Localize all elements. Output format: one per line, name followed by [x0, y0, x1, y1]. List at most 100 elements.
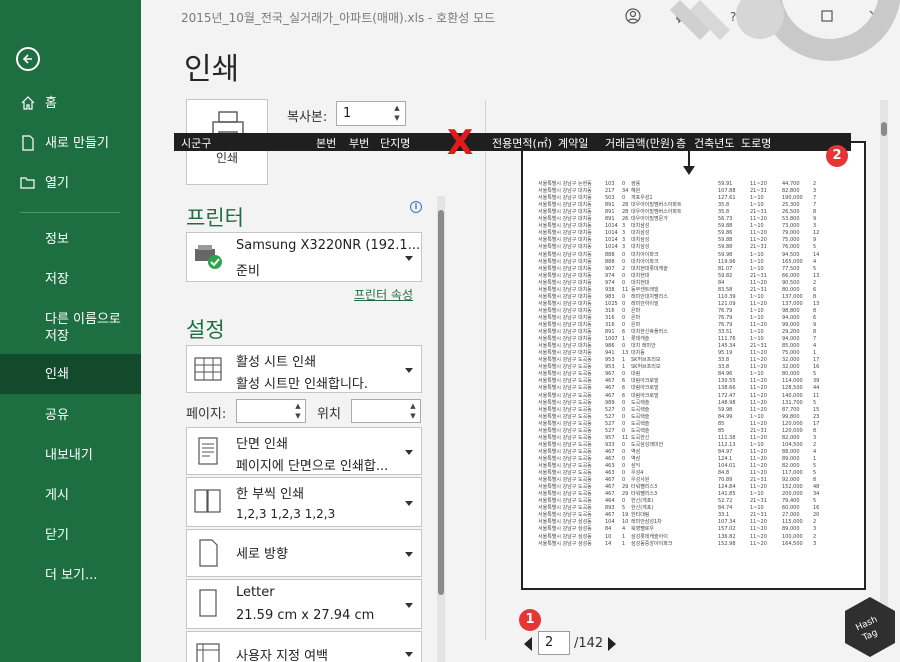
nav-item-home[interactable]: 홈	[0, 95, 141, 112]
preview-cell: 3	[622, 237, 626, 244]
copies-input[interactable]: 1 ▲ ▼	[336, 101, 406, 126]
preview-cell: 17	[813, 357, 820, 364]
nav-item-save-as[interactable]: 다른 이름으로 저장	[0, 311, 141, 345]
nav-item-publish[interactable]: 게시	[0, 487, 141, 504]
next-page-button[interactable]	[608, 637, 616, 651]
preview-cell: 25,300	[782, 202, 800, 209]
preview-cell: 0	[622, 343, 626, 350]
nav-label: 공유	[45, 408, 69, 423]
preview-cell: 76.79	[718, 322, 733, 328]
preview-cell: 11~20	[750, 279, 767, 286]
preview-cell: 2	[813, 533, 817, 540]
nav-item-print[interactable]: 인쇄	[0, 354, 141, 394]
preview-cell: 서울특별시 강남구 삼성동	[538, 519, 592, 526]
preview-cell: 대림아크로빌	[631, 392, 659, 399]
nav-item-info[interactable]: 정보	[0, 231, 141, 248]
preview-cell: 11~20	[750, 526, 767, 533]
orientation-dropdown[interactable]: 세로 방향	[186, 529, 422, 577]
preview-cell: 81.07	[718, 265, 733, 272]
preview-cell: 서울특별시 강남구 대치동	[538, 209, 592, 216]
preview-row: 서울특별시 강남구 도곡동 467 19 한티대림 33.1 21~31 27,000 20	[538, 512, 828, 518]
preview-cell: 128,500	[782, 385, 803, 392]
preview-cell: 34	[622, 188, 629, 195]
preview-scrollbar[interactable]	[880, 100, 888, 640]
preview-cell: 은마	[631, 322, 641, 328]
sides-sub: 페이지에 단면으로 인쇄합...	[236, 459, 389, 474]
preview-cell: 대치동	[631, 350, 645, 357]
nav-item-save[interactable]: 저장	[0, 271, 141, 288]
preview-cell: 서울특별시 강남구 삼성동	[538, 540, 592, 547]
preview-row: 서울특별시 강남구 도곡동 527 0 도곡렉슬 85 11~20 120,000 17	[538, 421, 828, 427]
back-button[interactable]	[16, 47, 40, 71]
preview-cell: 서울특별시 강남구 도곡동	[538, 427, 592, 434]
preview-cell: 98,800	[782, 307, 800, 314]
preview-cell: 11~20	[750, 300, 767, 307]
preview-cell: 17	[813, 420, 820, 427]
info-icon[interactable]: i	[410, 201, 422, 213]
nav-item-share[interactable]: 공유	[0, 407, 141, 424]
printer-properties-link[interactable]: 프린터 속성	[354, 286, 413, 303]
nav-item-new[interactable]: 새로 만들기	[0, 135, 141, 152]
preview-cell: 4	[622, 526, 626, 533]
collate-dropdown[interactable]: 한 부씩 인쇄 1,2,3 1,2,3 1,2,3	[186, 477, 422, 527]
preview-row: 서울특별시 강남구 대치동 503 0 개포우성1 127.61 1~10 190,000 7	[538, 195, 828, 201]
preview-cell: 464	[605, 498, 615, 505]
pages-to-input[interactable]: ▲ ▼	[351, 399, 421, 423]
copies-spinner[interactable]: ▲ ▼	[391, 103, 403, 124]
preview-cell: 11~20	[750, 484, 767, 491]
preview-cell: 59.98	[718, 251, 733, 258]
settings-scroll-thumb[interactable]	[438, 210, 444, 595]
preview-cell: 1	[813, 350, 817, 357]
pages-to-spinner[interactable]: ▲ ▼	[408, 401, 418, 421]
sides-title: 단면 인쇄	[236, 437, 288, 452]
preview-cell: 527	[605, 406, 615, 413]
preview-cell: 서울특별시 강남구 도곡동	[538, 385, 592, 392]
nav-item-open[interactable]: 열기	[0, 175, 141, 192]
printer-name: Samsung X3220NR (192.1...	[236, 238, 421, 253]
preview-cell: 23	[813, 413, 820, 420]
nav-item-export[interactable]: 내보내기	[0, 447, 141, 464]
nav-label: 내보내기	[45, 448, 93, 463]
preview-cell: 29,200	[782, 329, 800, 336]
preview-cell: 172.47	[718, 392, 736, 399]
folder-open-icon	[20, 177, 35, 189]
preview-cell: 2	[813, 441, 817, 448]
printer-dropdown[interactable]: Samsung X3220NR (192.1... 준비	[186, 232, 422, 282]
preview-cell: 130.55	[718, 378, 736, 385]
preview-scroll-thumb[interactable]	[881, 122, 887, 136]
paper-size-dropdown[interactable]: Letter 21.59 cm x 27.94 cm	[186, 579, 422, 629]
preview-cell: 21~31	[750, 427, 767, 434]
nav-item-close[interactable]: 닫기	[0, 527, 141, 544]
prev-page-button[interactable]	[524, 637, 532, 651]
preview-cell: 467	[605, 448, 615, 455]
settings-scrollbar[interactable]	[437, 196, 445, 662]
preview-cell: 11~20	[750, 470, 767, 477]
preview-cell: 서울특별시 강남구 도곡동	[538, 484, 592, 491]
preview-cell: 974	[605, 272, 615, 279]
preview-cell: 대치현대	[631, 279, 650, 286]
preview-cell: 111.76	[718, 336, 736, 343]
account-icon[interactable]	[625, 8, 641, 24]
preview-cell: 1~10	[750, 258, 764, 265]
preview-cell: 32,000	[782, 364, 800, 371]
sides-dropdown[interactable]: 단면 인쇄 페이지에 단면으로 인쇄합...	[186, 427, 422, 475]
header-col: 본번	[316, 137, 337, 150]
pages-from-spinner[interactable]: ▲ ▼	[293, 401, 303, 421]
margins-dropdown[interactable]: 사용자 지정 여백	[186, 631, 422, 662]
preview-cell: 131,700	[782, 399, 803, 406]
preview-cell: 삼성동중앙아이파크	[631, 540, 673, 547]
collated-icon	[194, 489, 221, 513]
preview-cell: 0	[622, 455, 626, 462]
preview-cell: 서울특별시 강남구 도곡동	[538, 512, 592, 519]
preview-cell: 6	[622, 385, 626, 392]
preview-cell: 서울특별시 강남구 도곡동	[538, 463, 592, 469]
page-number-input[interactable]: 2	[538, 631, 570, 655]
preview-cell: 11~20	[750, 540, 767, 547]
preview-cell: 11~20	[750, 399, 767, 406]
nav-item-more[interactable]: 더 보기...	[0, 567, 141, 584]
pages-from-input[interactable]: ▲ ▼	[236, 399, 306, 423]
excel-backstage-print: 2015년_10월_전국_실거래가_아파트(매매).xls - 호환성 모드 ?…	[0, 0, 900, 662]
preview-cell: 서울특별시 강남구 도곡동	[538, 441, 592, 448]
preview-cell: 0	[622, 314, 626, 321]
print-what-dropdown[interactable]: 활성 시트 인쇄 활성 시트만 인쇄합니다.	[186, 345, 422, 393]
